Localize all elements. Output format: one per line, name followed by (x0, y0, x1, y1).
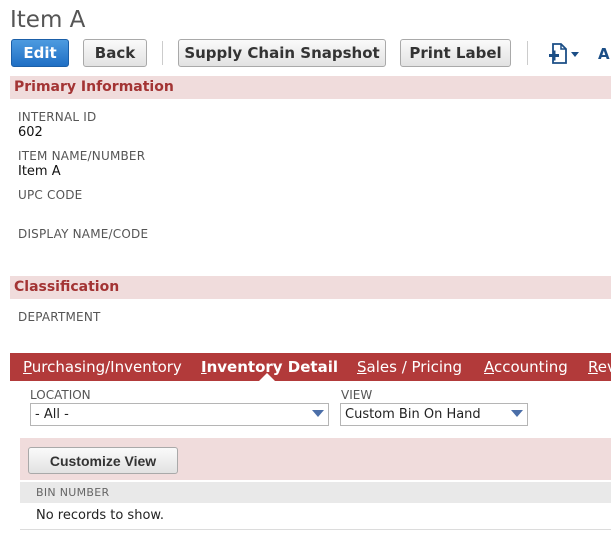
upc-code-label: UPC CODE (18, 188, 83, 202)
truncated-toolbar-label[interactable]: A (598, 45, 610, 63)
active-tab-indicator (259, 373, 275, 381)
subtab-bar: Purchasing/Inventory Inventory Detail Sa… (10, 353, 611, 381)
location-select-value: - All - (35, 407, 69, 422)
primary-information-header: Primary Information (10, 76, 611, 99)
tab-accounting[interactable]: Accounting (484, 353, 568, 381)
print-label-button[interactable]: Print Label (400, 39, 511, 67)
new-document-icon[interactable] (549, 42, 585, 66)
view-select-value: Custom Bin On Hand (345, 407, 481, 422)
tab-revenue[interactable]: Rev (588, 353, 611, 381)
tab-sales-pricing[interactable]: Sales / Pricing (357, 353, 462, 381)
toolbar-divider (527, 41, 528, 65)
supply-chain-snapshot-button[interactable]: Supply Chain Snapshot (178, 39, 386, 67)
internal-id-value: 602 (18, 125, 43, 140)
location-select[interactable]: - All - (30, 403, 329, 426)
customize-view-button[interactable]: Customize View (28, 447, 178, 474)
tab-purchasing-inventory[interactable]: Purchasing/Inventory (23, 353, 182, 381)
internal-id-label: INTERNAL ID (18, 110, 97, 124)
location-label: LOCATION (30, 388, 91, 402)
display-name-label: DISPLAY NAME/CODE (18, 227, 149, 241)
item-name-label: ITEM NAME/NUMBER (18, 149, 146, 163)
back-button[interactable]: Back (83, 39, 147, 67)
classification-header: Classification (10, 276, 611, 299)
item-name-value: Item A (18, 164, 61, 179)
department-label: DEPARTMENT (18, 310, 101, 324)
page-title: Item A (10, 7, 86, 33)
chevron-down-icon (511, 410, 523, 417)
empty-table-message: No records to show. (20, 504, 611, 530)
toolbar-divider (162, 41, 163, 65)
column-header-bin-number[interactable]: BIN NUMBER (20, 482, 611, 503)
edit-button[interactable]: Edit (11, 39, 69, 67)
chevron-down-icon (312, 410, 324, 417)
view-label: VIEW (341, 388, 373, 402)
view-select[interactable]: Custom Bin On Hand (340, 403, 528, 426)
